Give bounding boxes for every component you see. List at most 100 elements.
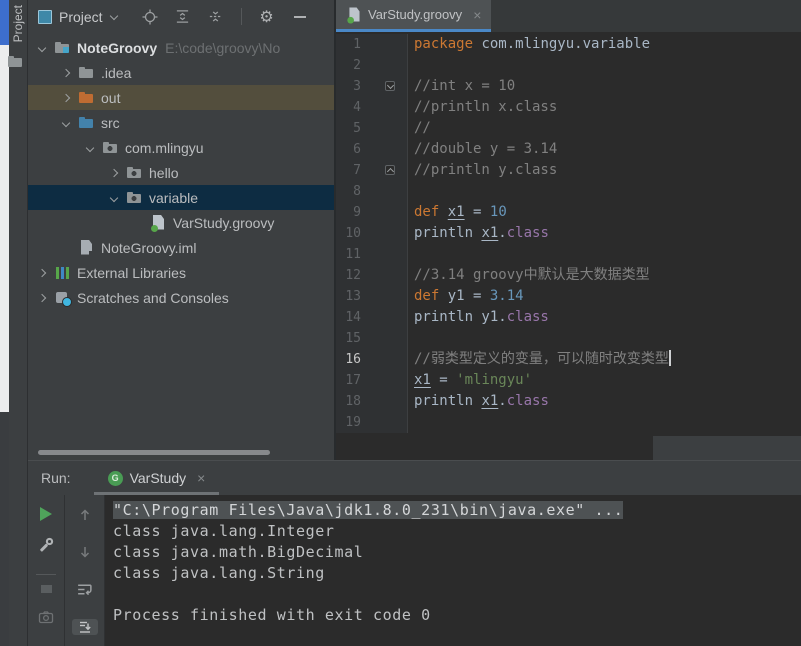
line-number: 19: [345, 415, 361, 430]
project-view-selector[interactable]: Project: [38, 9, 118, 25]
expand-all-button[interactable]: [175, 9, 191, 25]
chevron-right-icon[interactable]: [60, 66, 74, 80]
code-line-11[interactable]: 11: [336, 244, 801, 265]
tree-item-scratches-and-consoles[interactable]: Scratches and Consoles: [28, 285, 334, 310]
chevron-down-icon[interactable]: [108, 191, 122, 205]
build-settings-button[interactable]: [38, 537, 54, 558]
code-text[interactable]: [408, 55, 414, 76]
close-icon[interactable]: ×: [473, 7, 481, 23]
code-line-7[interactable]: 7 //println y.class: [336, 160, 801, 181]
tree-item-out[interactable]: out: [28, 85, 334, 110]
package-icon: [126, 165, 144, 181]
scroll-to-end-button[interactable]: [71, 619, 98, 635]
tree-item-src[interactable]: src: [28, 110, 334, 135]
code-line-18[interactable]: 18 println x1.class: [336, 391, 801, 412]
code-text[interactable]: //3.14 groovy中默认是大数据类型: [408, 265, 650, 286]
code-line-1[interactable]: 1 package com.mlingyu.variable: [336, 34, 801, 55]
line-number: 11: [345, 247, 361, 262]
code-line-6[interactable]: 6 //double y = 3.14: [336, 139, 801, 160]
code-line-14[interactable]: 14 println y1.class: [336, 307, 801, 328]
settings-gear-icon[interactable]: ⚙: [259, 9, 275, 26]
tree-item-variable[interactable]: variable: [28, 185, 334, 210]
code-text[interactable]: //double y = 3.14: [408, 139, 557, 160]
code-line-3[interactable]: 3 //int x = 10: [336, 76, 801, 97]
code-line-15[interactable]: 15: [336, 328, 801, 349]
code-line-9[interactable]: 9 def x1 = 10: [336, 202, 801, 223]
editor-bottom-filler: [653, 436, 801, 460]
toolwindow-project-button[interactable]: Project: [11, 5, 25, 42]
code-text[interactable]: //println y.class: [408, 160, 557, 181]
code-line-12[interactable]: 12 //3.14 groovy中默认是大数据类型: [336, 265, 801, 286]
chevron-right-icon[interactable]: [60, 91, 74, 105]
code-text[interactable]: [408, 412, 414, 433]
rerun-button[interactable]: [40, 507, 52, 521]
console-line-1: "C:\Program Files\Java\jdk1.8.0_231\bin\…: [113, 501, 624, 519]
close-icon[interactable]: ×: [197, 470, 205, 486]
chevron-right-icon[interactable]: [36, 266, 50, 280]
gutter: 18: [336, 391, 408, 412]
code-text[interactable]: //int x = 10: [408, 76, 515, 97]
toolwindow-bar: Project: [7, 0, 28, 646]
fold-column: [361, 307, 407, 328]
code-text[interactable]: println y1.class: [408, 307, 549, 328]
folder-icon[interactable]: [7, 54, 25, 72]
fold-column: [361, 118, 407, 139]
code-text[interactable]: x1 = 'mlingyu': [408, 370, 532, 391]
code-line-13[interactable]: 13 def y1 = 3.14: [336, 286, 801, 307]
code-line-5[interactable]: 5 //: [336, 118, 801, 139]
tree-item-notegroovy-iml[interactable]: NoteGroovy.iml: [28, 235, 334, 260]
code-line-17[interactable]: 17 x1 = 'mlingyu': [336, 370, 801, 391]
code-text[interactable]: //弱类型定义的变量，可以随时改变类型: [408, 349, 671, 370]
collapse-all-button[interactable]: [208, 9, 224, 25]
console-line-6: Process finished with exit code 0: [113, 606, 431, 624]
tree-item-varstudy-groovy[interactable]: VarStudy.groovy: [28, 210, 334, 235]
down-arrow-button[interactable]: [77, 544, 93, 565]
horizontal-scrollbar[interactable]: [38, 450, 270, 455]
run-toolbar-left: [28, 495, 65, 646]
code-line-8[interactable]: 8: [336, 181, 801, 202]
scratches-icon: [54, 290, 72, 307]
run-console[interactable]: "C:\Program Files\Java\jdk1.8.0_231\bin\…: [105, 495, 801, 646]
code-line-4[interactable]: 4 //println x.class: [336, 97, 801, 118]
code-text[interactable]: package com.mlingyu.variable: [408, 34, 650, 55]
code-text[interactable]: println x1.class: [408, 391, 549, 412]
chevron-down-icon[interactable]: [84, 141, 98, 155]
stop-button[interactable]: [40, 584, 52, 593]
code-text[interactable]: [408, 181, 414, 202]
code-line-10[interactable]: 10 println x1.class: [336, 223, 801, 244]
run-tab-varstudy[interactable]: G VarStudy ×: [93, 461, 220, 495]
chevron-down-icon[interactable]: [60, 116, 74, 130]
tree-item-hello[interactable]: hello: [28, 160, 334, 185]
fold-start-icon[interactable]: [385, 81, 395, 91]
hide-panel-button[interactable]: [292, 9, 308, 25]
code-editor[interactable]: 1 package com.mlingyu.variable 2 3 //int x =…: [336, 32, 801, 460]
code-text[interactable]: def y1 = 3.14: [408, 286, 524, 307]
line-number: 8: [353, 184, 361, 199]
chevron-right-icon[interactable]: [36, 291, 50, 305]
tree-item-notegroovy[interactable]: NoteGroovy E:\code\groovy\No: [28, 35, 334, 60]
code-line-2[interactable]: 2: [336, 55, 801, 76]
chevron-right-icon[interactable]: [108, 166, 122, 180]
code-text[interactable]: [408, 244, 414, 265]
code-text[interactable]: //: [408, 118, 431, 139]
locate-file-button[interactable]: [142, 9, 158, 25]
code-line-19[interactable]: 19: [336, 412, 801, 433]
screenshot-button[interactable]: [38, 609, 54, 630]
tree-item-com-mlingyu[interactable]: com.mlingyu: [28, 135, 334, 160]
code-text[interactable]: println x1.class: [408, 223, 549, 244]
code-text[interactable]: [408, 328, 414, 349]
code-text[interactable]: def x1 = 10: [408, 202, 507, 223]
groovy-run-config-icon: G: [107, 470, 123, 486]
editor-tab-varstudy[interactable]: VarStudy.groovy ×: [336, 0, 492, 32]
code-text[interactable]: //println x.class: [408, 97, 557, 118]
tree-item-external-libraries[interactable]: External Libraries: [28, 260, 334, 285]
tree-item-idea[interactable]: .idea: [28, 60, 334, 85]
fold-end-icon[interactable]: [385, 165, 395, 175]
soft-wrap-button[interactable]: [76, 581, 93, 603]
project-tree[interactable]: NoteGroovy E:\code\groovy\No .idea out src co…: [28, 33, 334, 460]
chevron-down-icon[interactable]: [36, 41, 50, 55]
console-line-4: class java.lang.String: [113, 564, 325, 582]
code-line-16[interactable]: 16 //弱类型定义的变量，可以随时改变类型: [336, 349, 801, 370]
up-arrow-button[interactable]: [77, 507, 93, 528]
